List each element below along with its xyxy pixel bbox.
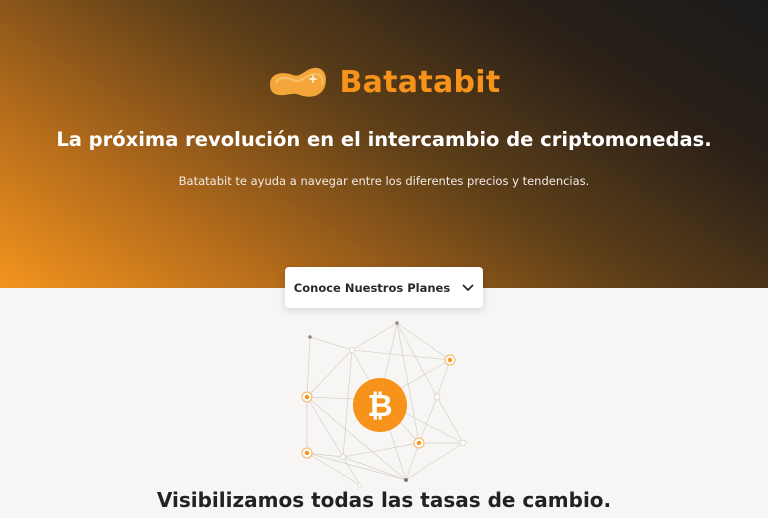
hero-subheadline: Batatabit te ayuda a navegar entre los d… bbox=[178, 174, 590, 188]
bitcoin-symbol: ₿ bbox=[367, 388, 392, 424]
hero-section: Batatabit La próxima revolución en el in… bbox=[0, 0, 768, 288]
network-node-icon bbox=[404, 478, 408, 482]
crypto-network-illustration: ₿ bbox=[301, 321, 467, 488]
network-node-icon bbox=[357, 482, 363, 488]
network-node-icon bbox=[304, 394, 310, 400]
plans-button-label: Conoce Nuestros Planes bbox=[293, 280, 451, 295]
bitcoin-icon: ₿ bbox=[353, 378, 407, 432]
network-node-icon bbox=[447, 357, 453, 363]
network-node-icon bbox=[459, 439, 467, 447]
plans-button[interactable]: Conoce Nuestros Planes bbox=[285, 267, 483, 308]
hero-headline: La próxima revolución en el intercambio … bbox=[56, 128, 712, 151]
network-node-icon bbox=[348, 346, 356, 354]
network-node-icon bbox=[416, 440, 422, 446]
network-node-icon bbox=[433, 393, 441, 401]
network-node-icon bbox=[339, 453, 347, 461]
rates-section-title: Visibilizamos todas las tasas de cambio. bbox=[156, 488, 612, 512]
chevron-down-icon bbox=[462, 284, 474, 291]
sweet-potato-icon bbox=[270, 67, 327, 97]
network-node-icon bbox=[304, 450, 310, 456]
network-node-icon bbox=[395, 321, 399, 325]
brand-name: Batatabit bbox=[339, 64, 501, 100]
brand-logo[interactable]: Batatabit bbox=[0, 62, 768, 102]
network-node-icon bbox=[308, 335, 312, 339]
